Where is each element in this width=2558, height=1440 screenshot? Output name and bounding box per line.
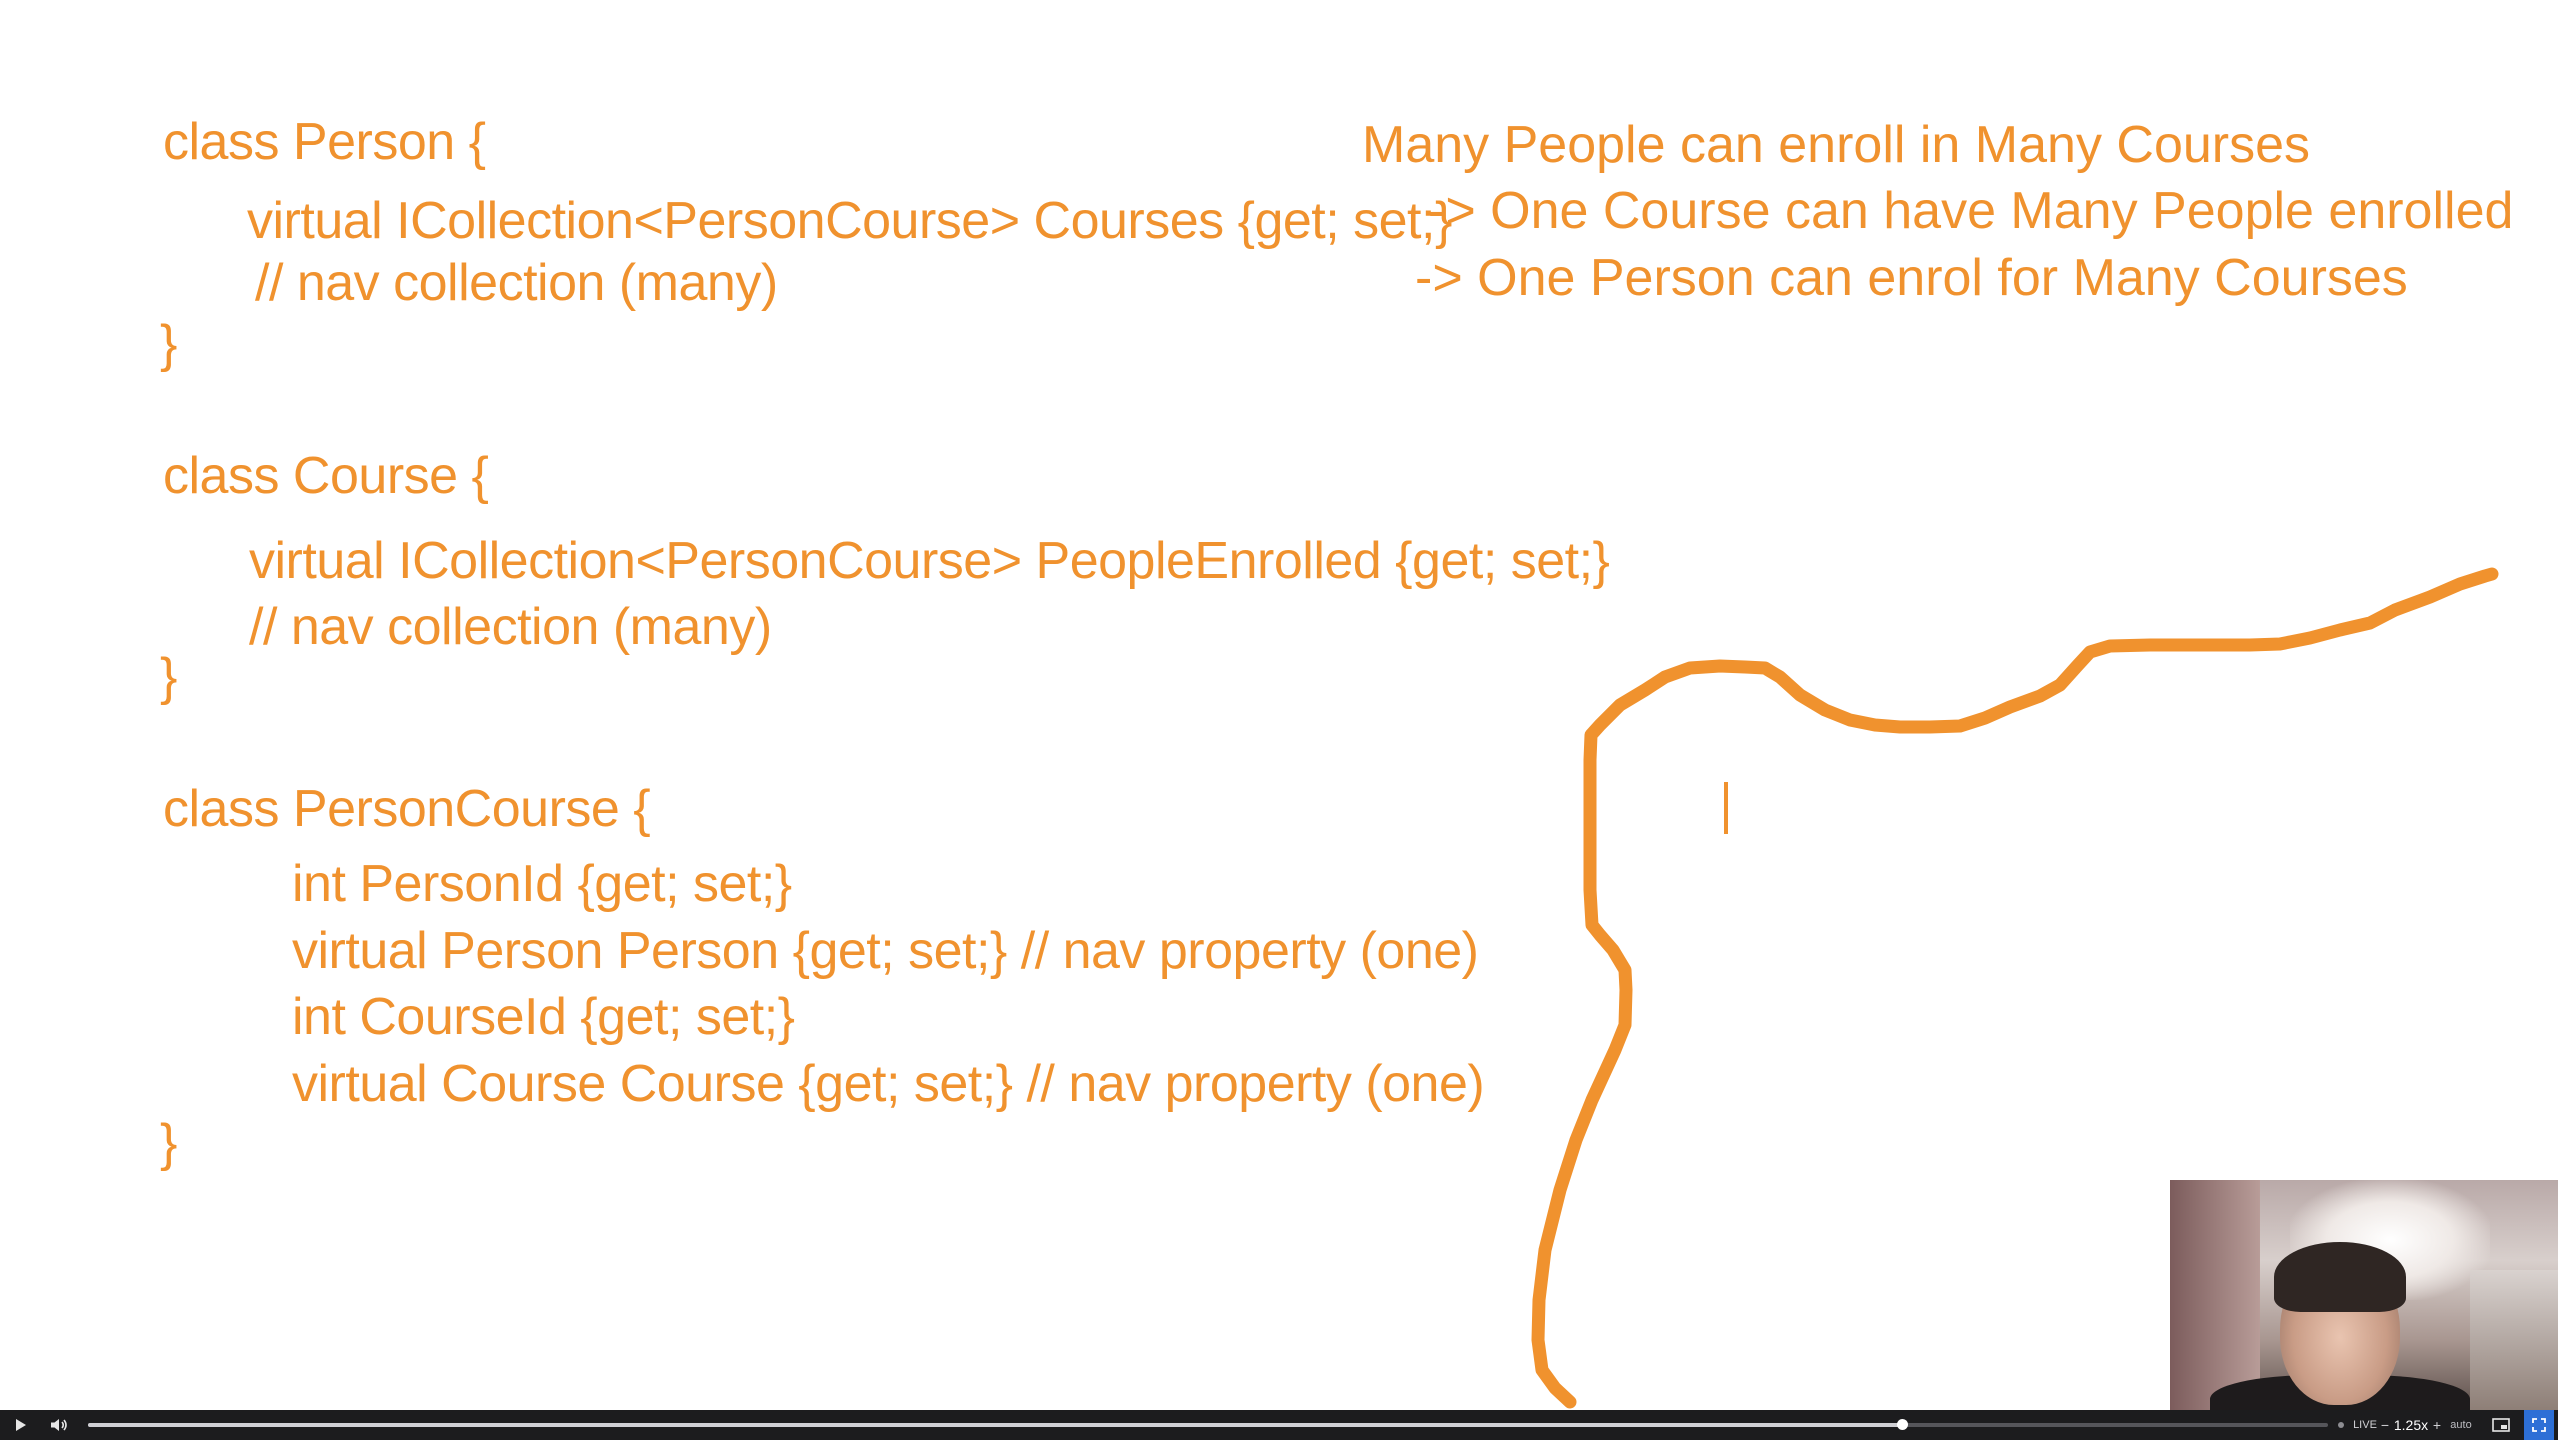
- play-button[interactable]: [6, 1410, 36, 1440]
- speed-increase-button[interactable]: +: [2430, 1410, 2444, 1440]
- volume-icon: [51, 1419, 67, 1431]
- webcam-presenter-hair: [2274, 1242, 2406, 1312]
- webcam-background: [2170, 1180, 2260, 1410]
- quality-selector[interactable]: auto: [2446, 1410, 2476, 1440]
- slide-canvas: class Person { virtual ICollection<Perso…: [0, 0, 2558, 1410]
- volume-button[interactable]: [44, 1410, 74, 1440]
- text-cursor: [1724, 782, 1728, 834]
- fullscreen-button[interactable]: [2524, 1410, 2554, 1440]
- live-indicator-dot: [2336, 1410, 2346, 1440]
- webcam-shelf: [2470, 1270, 2558, 1410]
- webcam-overlay: [2170, 1180, 2558, 1410]
- live-button[interactable]: LIVE: [2348, 1410, 2382, 1440]
- picture-in-picture-icon: [2492, 1418, 2510, 1432]
- video-control-bar: LIVE − 1.25x + auto: [0, 1410, 2558, 1440]
- fullscreen-icon: [2532, 1418, 2546, 1432]
- seek-bar-played: [88, 1423, 1903, 1427]
- seek-bar-handle[interactable]: [1897, 1419, 1909, 1430]
- playback-speed[interactable]: 1.25x: [2390, 1410, 2432, 1440]
- play-icon: [16, 1419, 26, 1431]
- seek-bar[interactable]: [88, 1419, 2328, 1430]
- picture-in-picture-button[interactable]: [2486, 1410, 2516, 1440]
